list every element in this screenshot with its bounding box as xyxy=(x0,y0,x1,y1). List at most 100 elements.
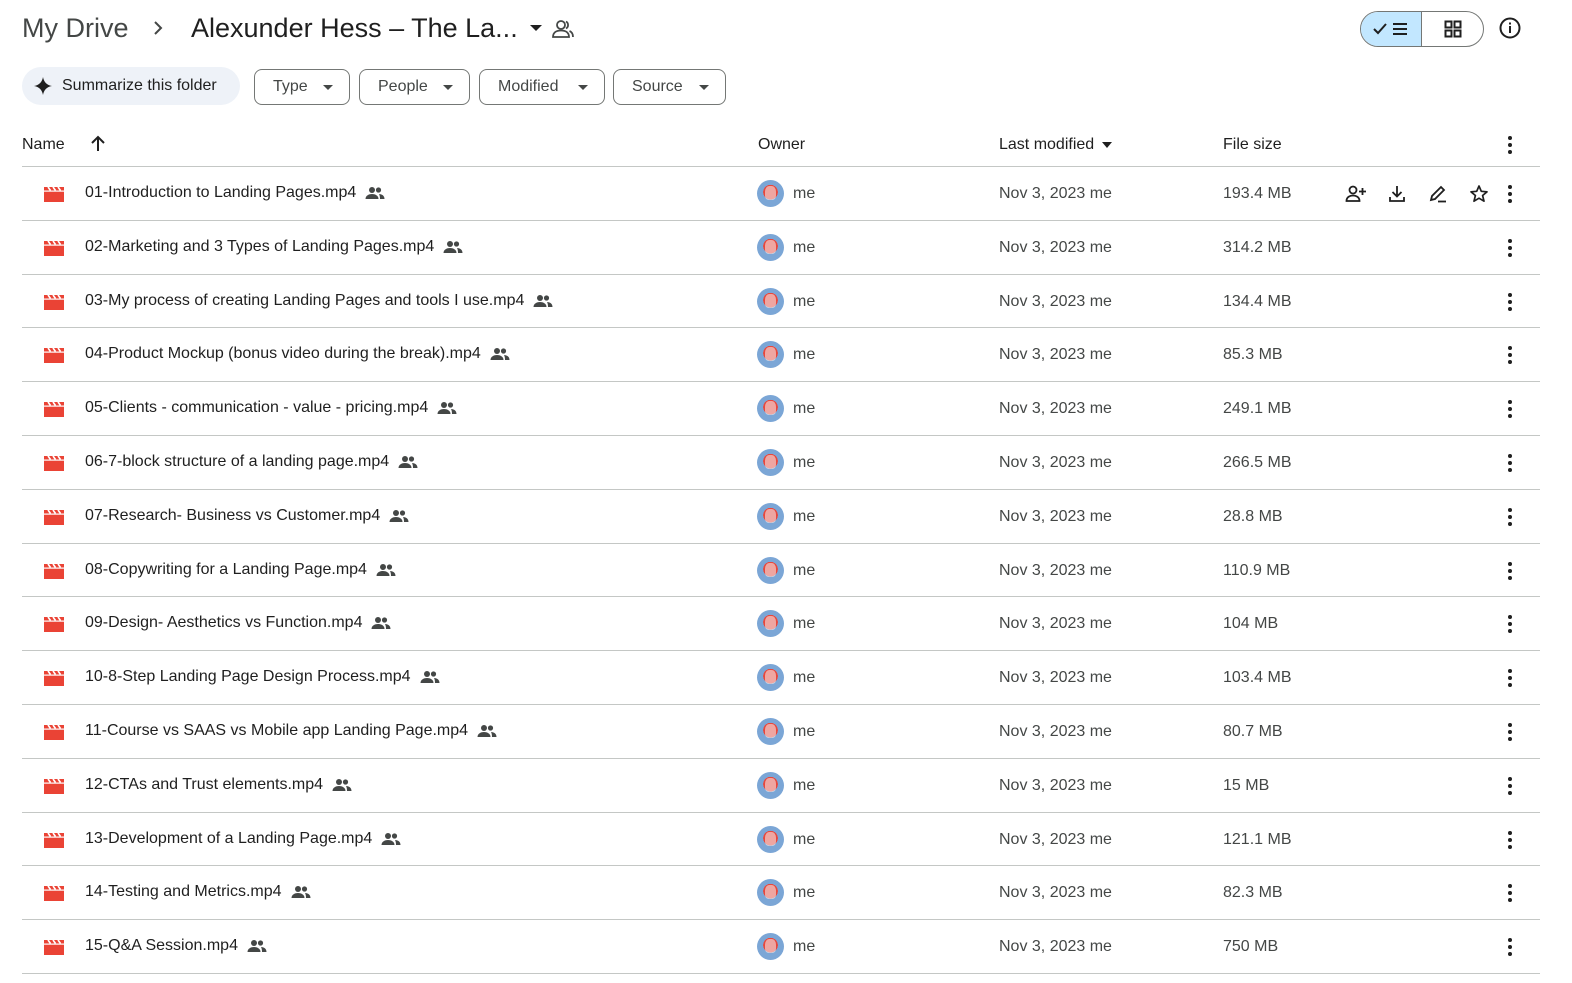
breadcrumb-my-drive[interactable]: My Drive xyxy=(22,10,129,46)
filter-modified[interactable]: Modified xyxy=(479,69,605,105)
summarize-folder-button[interactable]: Summarize this folder xyxy=(22,67,240,105)
table-row[interactable]: 02-Marketing and 3 Types of Landing Page… xyxy=(22,221,1540,275)
column-last-modified[interactable]: Last modified xyxy=(999,136,1113,154)
filter-source[interactable]: Source xyxy=(613,69,726,105)
table-row[interactable]: 04-Product Mockup (bonus video during th… xyxy=(22,328,1540,383)
last-modified: Nov 3, 2023 me xyxy=(999,185,1112,202)
more-vert-icon[interactable] xyxy=(1500,343,1520,367)
more-vert-icon[interactable] xyxy=(1500,451,1520,475)
table-row[interactable]: 05-Clients - communication - value - pri… xyxy=(22,382,1540,436)
file-name-text: 09-Design- Aesthetics vs Function.mp4 xyxy=(85,614,363,632)
table-row[interactable]: 11-Course vs SAAS vs Mobile app Landing … xyxy=(22,705,1540,759)
owner-name: me xyxy=(793,400,816,418)
more-vert-icon[interactable] xyxy=(1500,612,1520,636)
more-vert-icon[interactable] xyxy=(1500,666,1520,690)
shared-folder-icon[interactable] xyxy=(551,18,575,40)
table-row[interactable]: 10-8-Step Landing Page Design Process.mp… xyxy=(22,651,1540,705)
rename-icon[interactable] xyxy=(1417,181,1458,207)
table-row[interactable]: 12-CTAs and Trust elements.mp4 me Nov 3,… xyxy=(22,759,1540,813)
table-row[interactable]: 03-My process of creating Landing Pages … xyxy=(22,275,1540,329)
last-modified: Nov 3, 2023 me xyxy=(999,561,1112,579)
sort-ascending-icon[interactable] xyxy=(90,135,106,153)
list-view-button[interactable] xyxy=(1361,12,1423,46)
file-size: 193.4 MB xyxy=(1223,185,1292,202)
more-vert-icon[interactable] xyxy=(1500,559,1520,583)
info-icon[interactable] xyxy=(1496,14,1524,42)
filter-type[interactable]: Type xyxy=(254,69,350,105)
owner-name: me xyxy=(793,561,816,579)
more-vert-icon[interactable] xyxy=(1500,236,1520,260)
owner-name: me xyxy=(793,292,816,310)
column-file-size[interactable]: File size xyxy=(1223,136,1282,154)
shared-people-icon xyxy=(371,617,391,630)
file-name[interactable]: 03-My process of creating Landing Pages … xyxy=(85,292,553,310)
file-name[interactable]: 11-Course vs SAAS vs Mobile app Landing … xyxy=(85,722,497,740)
file-name-text: 01-Introduction to Landing Pages.mp4 xyxy=(85,184,357,201)
file-name[interactable]: 07-Research- Business vs Customer.mp4 xyxy=(85,507,409,525)
view-toggle xyxy=(1360,11,1484,47)
table-row[interactable]: 01-Introduction to Landing Pages.mp4 me … xyxy=(22,167,1540,221)
grid-view-button[interactable] xyxy=(1422,12,1483,46)
file-name-text: 14-Testing and Metrics.mp4 xyxy=(85,883,282,901)
more-vert-icon[interactable] xyxy=(1500,828,1520,852)
file-name-text: 12-CTAs and Trust elements.mp4 xyxy=(85,775,324,793)
more-vert-icon[interactable] xyxy=(1500,397,1520,421)
file-name[interactable]: 02-Marketing and 3 Types of Landing Page… xyxy=(85,238,463,256)
file-size: 110.9 MB xyxy=(1223,561,1291,579)
file-name-text: 05-Clients - communication - value - pri… xyxy=(85,399,429,417)
caret-down-icon xyxy=(578,85,588,90)
table-row[interactable]: 07-Research- Business vs Customer.mp4 me… xyxy=(22,490,1540,544)
file-name-text: 15-Q&A Session.mp4 xyxy=(85,937,238,955)
file-name[interactable]: 04-Product Mockup (bonus video during th… xyxy=(85,345,510,363)
video-file-icon xyxy=(44,670,64,687)
more-vert-icon[interactable] xyxy=(1500,720,1520,744)
file-name[interactable]: 09-Design- Aesthetics vs Function.mp4 xyxy=(85,614,391,632)
video-file-icon xyxy=(44,294,64,310)
last-modified: Nov 3, 2023 me xyxy=(999,776,1112,794)
file-name[interactable]: 13-Development of a Landing Page.mp4 xyxy=(85,830,401,848)
last-modified: Nov 3, 2023 me xyxy=(999,615,1112,633)
file-name[interactable]: 12-CTAs and Trust elements.mp4 xyxy=(85,776,352,794)
file-name[interactable]: 14-Testing and Metrics.mp4 xyxy=(85,883,311,901)
column-owner[interactable]: Owner xyxy=(758,136,805,154)
header: My Drive Alexunder Hess – The La... xyxy=(0,0,1572,58)
breadcrumb-current-folder[interactable]: Alexunder Hess – The La... xyxy=(191,10,542,46)
shared-people-icon xyxy=(533,294,553,307)
file-size: 104 MB xyxy=(1223,615,1279,633)
download-icon[interactable] xyxy=(1376,181,1417,207)
video-file-icon xyxy=(44,563,64,579)
share-icon[interactable] xyxy=(1335,181,1376,207)
more-vert-icon[interactable] xyxy=(1500,182,1520,206)
video-file-icon xyxy=(44,939,64,956)
file-size: 314.2 MB xyxy=(1223,238,1292,256)
caret-down-icon xyxy=(529,25,542,31)
more-vert-icon[interactable] xyxy=(1500,774,1520,798)
file-name[interactable]: 10-8-Step Landing Page Design Process.mp… xyxy=(85,668,440,686)
star-icon[interactable] xyxy=(1458,181,1499,207)
summarize-label: Summarize this folder xyxy=(62,77,217,94)
video-file-icon xyxy=(44,240,64,256)
file-name[interactable]: 15-Q&A Session.mp4 xyxy=(85,937,267,955)
filter-people[interactable]: People xyxy=(359,69,470,105)
file-name[interactable]: 01-Introduction to Landing Pages.mp4 xyxy=(85,184,385,202)
folder-title: Alexunder Hess – The La... xyxy=(191,13,518,43)
shared-people-icon xyxy=(381,832,401,845)
column-name[interactable]: Name xyxy=(22,136,65,154)
table-row[interactable]: 13-Development of a Landing Page.mp4 me … xyxy=(22,813,1540,867)
more-vert-icon[interactable] xyxy=(1500,881,1520,905)
table-row[interactable]: 09-Design- Aesthetics vs Function.mp4 me… xyxy=(22,597,1540,652)
file-name[interactable]: 08-Copywriting for a Landing Page.mp4 xyxy=(85,561,396,579)
file-name[interactable]: 05-Clients - communication - value - pri… xyxy=(85,399,457,417)
more-vert-icon[interactable] xyxy=(1500,290,1520,314)
file-name[interactable]: 06-7-block structure of a landing page.m… xyxy=(85,453,418,471)
file-size: 28.8 MB xyxy=(1223,507,1283,525)
file-name-text: 02-Marketing and 3 Types of Landing Page… xyxy=(85,237,435,255)
table-row[interactable]: 06-7-block structure of a landing page.m… xyxy=(22,436,1540,490)
avatar xyxy=(757,717,784,745)
more-vert-icon[interactable] xyxy=(1500,935,1520,959)
table-row[interactable]: 15-Q&A Session.mp4 me Nov 3, 2023 me 750… xyxy=(22,920,1540,974)
more-vert-icon[interactable] xyxy=(1500,505,1520,529)
table-row[interactable]: 14-Testing and Metrics.mp4 me Nov 3, 202… xyxy=(22,866,1540,921)
table-row[interactable]: 08-Copywriting for a Landing Page.mp4 me… xyxy=(22,544,1540,598)
more-vert-icon[interactable] xyxy=(1500,134,1520,156)
